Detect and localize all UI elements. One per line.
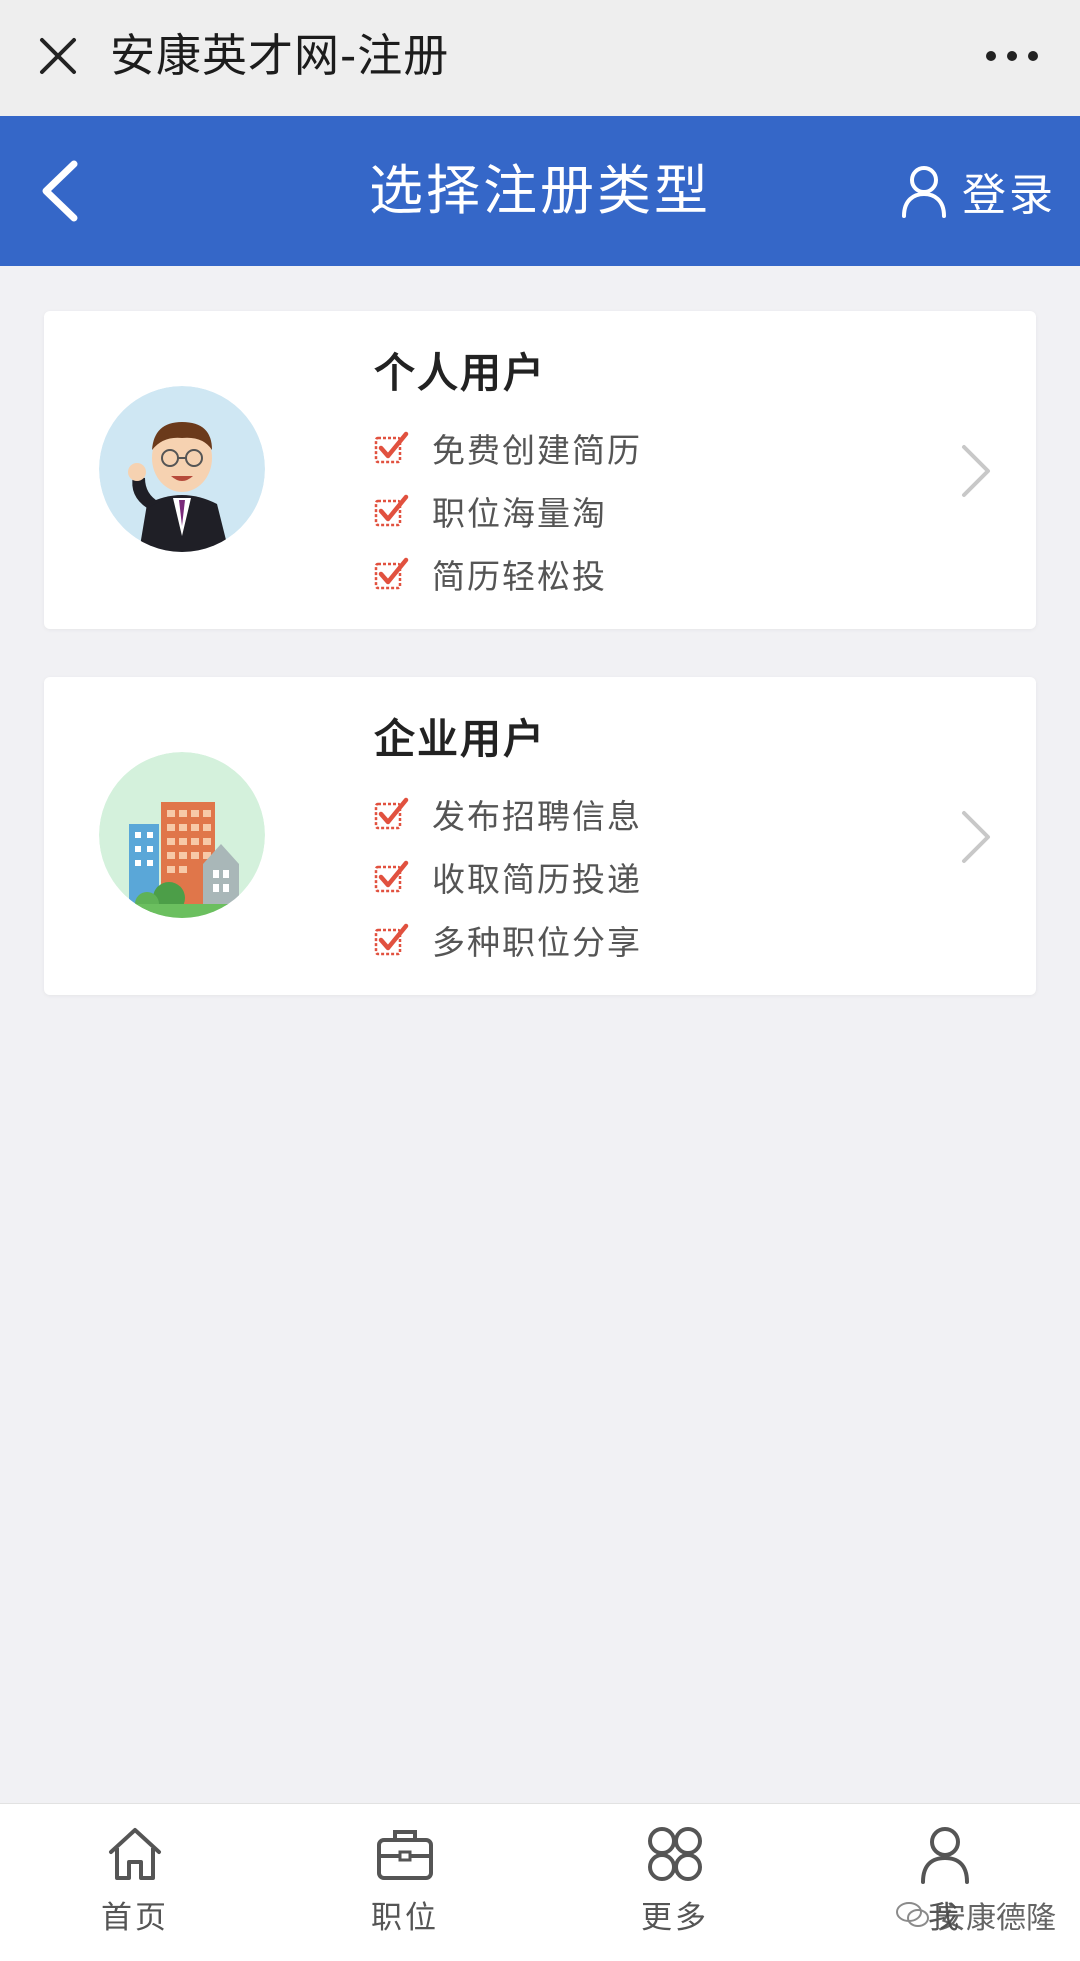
nav-item-home[interactable]: 首页 <box>0 1804 270 1961</box>
feature-text: 简历轻松投 <box>432 556 607 596</box>
nav-label: 职位 <box>371 1900 439 1936</box>
user-icon <box>902 166 946 218</box>
webview-title: 安康英才网-注册 <box>110 29 450 82</box>
checkbox-checked-icon <box>374 557 409 589</box>
nav-label: 更多 <box>641 1900 709 1936</box>
feature-text: 免费创建简历 <box>432 430 642 470</box>
chevron-right-icon <box>962 811 990 863</box>
grid-icon <box>648 1827 702 1881</box>
close-icon <box>40 38 76 74</box>
company-user-card[interactable]: 企业用户 发布招聘信息 收取简历投递 多种职位分享 <box>44 677 1036 995</box>
feature-item: 收取简历投递 <box>374 845 642 908</box>
company-user-title: 企业用户 <box>374 715 546 763</box>
watermark-text: 安康德隆 <box>936 1901 1056 1936</box>
feature-item: 简历轻松投 <box>374 542 642 605</box>
personal-user-avatar <box>99 386 265 552</box>
more-button[interactable] <box>972 26 1052 86</box>
personal-user-title: 个人用户 <box>374 349 546 397</box>
nav-item-jobs[interactable]: 职位 <box>270 1804 540 1961</box>
login-button[interactable]: 登录 <box>900 156 1056 226</box>
feature-item: 发布招聘信息 <box>374 782 642 845</box>
login-label: 登录 <box>962 170 1056 221</box>
home-icon <box>109 1828 161 1880</box>
webview-top-bar: 安康英才网-注册 <box>0 0 1080 116</box>
nav-item-me[interactable]: 我 <box>810 1804 1080 1961</box>
feature-text: 发布招聘信息 <box>432 796 642 836</box>
briefcase-icon <box>377 1830 433 1880</box>
feature-item: 免费创建简历 <box>374 416 642 479</box>
page-header: 选择注册类型 登录 <box>0 116 1080 266</box>
checkbox-checked-icon <box>374 494 409 526</box>
wechat-icon <box>896 1902 929 1927</box>
feature-item: 职位海量淘 <box>374 479 642 542</box>
chevron-left-icon <box>42 160 78 222</box>
checkbox-checked-icon <box>374 431 409 463</box>
feature-item: 多种职位分享 <box>374 908 642 971</box>
checkbox-checked-icon <box>374 797 409 829</box>
user-icon <box>921 1827 969 1884</box>
nav-item-more[interactable]: 更多 <box>540 1804 810 1961</box>
feature-text: 职位海量淘 <box>432 493 607 533</box>
back-button[interactable] <box>20 151 100 231</box>
close-button[interactable] <box>28 26 88 86</box>
more-dots-icon <box>986 51 1038 61</box>
checkbox-checked-icon <box>374 860 409 892</box>
watermark: 安康德隆 <box>896 1893 1056 1937</box>
personal-feature-list: 免费创建简历 职位海量淘 简历轻松投 <box>374 416 642 605</box>
bottom-nav: 首页 职位 更多 我 <box>0 1803 1080 1961</box>
company-user-avatar <box>99 752 265 918</box>
chevron-right-icon <box>962 445 990 497</box>
checkbox-checked-icon <box>374 923 409 955</box>
personal-user-card[interactable]: 个人用户 免费创建简历 职位海量淘 简历轻松投 <box>44 311 1036 629</box>
feature-text: 收取简历投递 <box>432 859 642 899</box>
nav-label: 首页 <box>101 1900 169 1936</box>
feature-text: 多种职位分享 <box>432 922 642 962</box>
company-feature-list: 发布招聘信息 收取简历投递 多种职位分享 <box>374 782 642 971</box>
